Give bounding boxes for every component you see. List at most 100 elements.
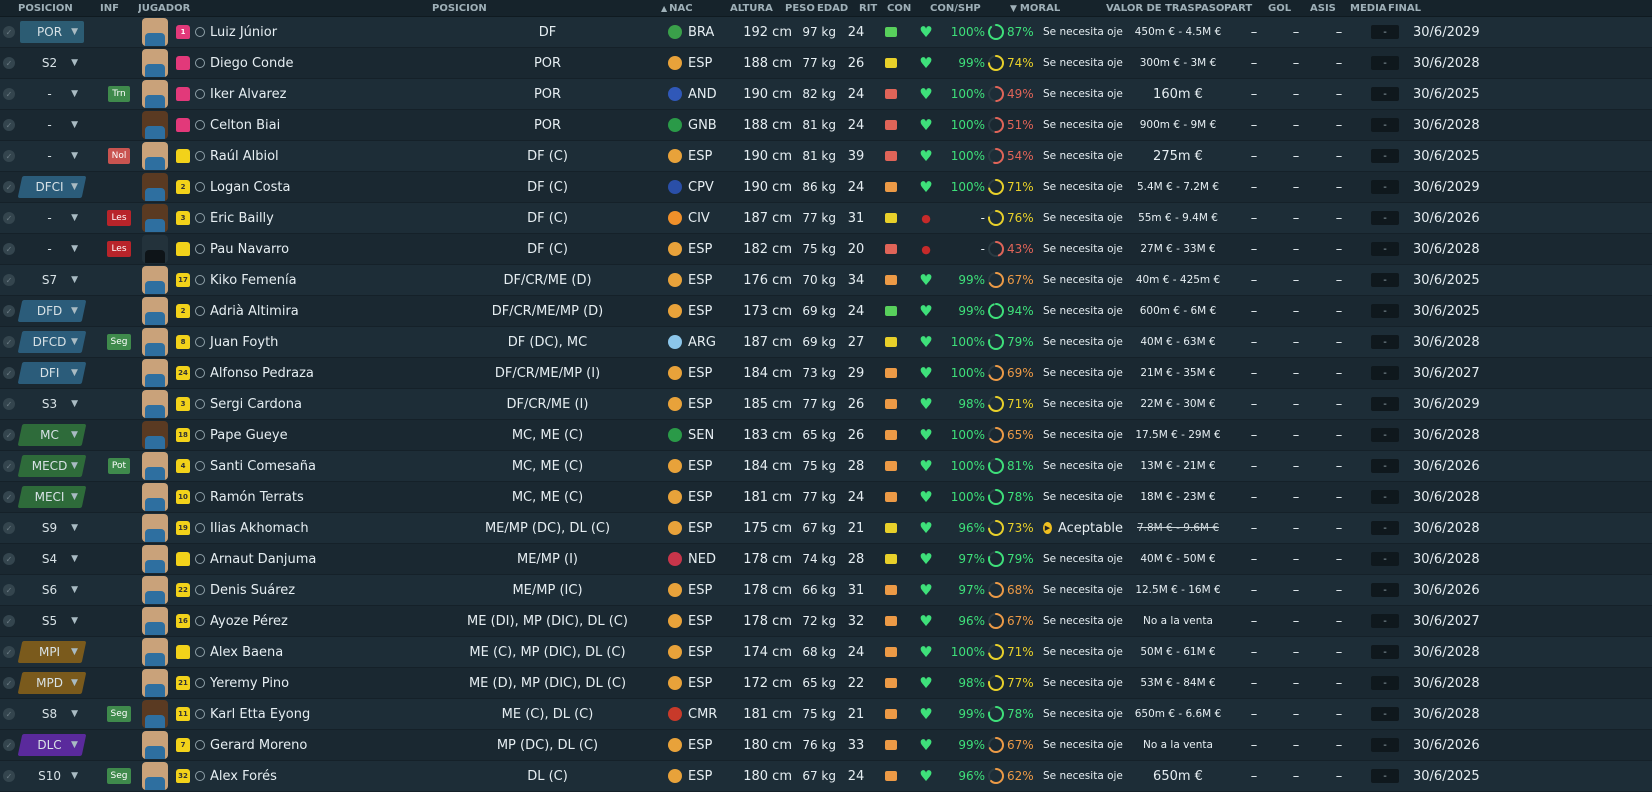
select-cell[interactable]: ✓ [0, 770, 18, 782]
table-row[interactable]: ✓ MECD ▼ Pot 4 Santi Comesaña MC, ME (C)… [0, 451, 1652, 482]
squad-position-dropdown[interactable]: S10 ▼ [20, 765, 84, 787]
table-row[interactable]: ✓ - ▼ Trn Iker Álvarez POR AND 190 cm 82… [0, 79, 1652, 110]
squad-position-dropdown[interactable]: DLC ▼ [18, 734, 87, 756]
select-cell[interactable]: ✓ [0, 150, 18, 162]
info-tag[interactable]: Pot [107, 458, 131, 474]
player-face-icon[interactable] [142, 266, 168, 294]
squad-position-dropdown[interactable]: S2 ▼ [20, 52, 84, 74]
player-name[interactable]: Ilias Akhomach [206, 521, 430, 536]
table-row[interactable]: ✓ POR ▼ 1 Luiz Júnior DF BRA 192 cm 97 k… [0, 17, 1652, 48]
nation-code[interactable]: ESP [685, 490, 737, 505]
nation-code[interactable]: ESP [685, 366, 737, 381]
nation-code[interactable]: AND [685, 87, 737, 102]
check-icon[interactable]: ✓ [3, 88, 15, 100]
info-tag[interactable]: Seg [106, 334, 132, 350]
check-icon[interactable]: ✓ [3, 305, 15, 317]
select-cell[interactable]: ✓ [0, 398, 18, 410]
check-icon[interactable]: ✓ [3, 677, 15, 689]
player-name[interactable]: Ayoze Pérez [206, 614, 430, 629]
player-face-icon[interactable] [142, 235, 168, 263]
nation-code[interactable]: NED [685, 552, 737, 567]
player-face-icon[interactable] [142, 328, 168, 356]
header-nat[interactable]: ▲ NAC [661, 3, 730, 14]
check-icon[interactable]: ✓ [3, 491, 15, 503]
squad-position-dropdown[interactable]: POR ▼ [20, 21, 84, 43]
squad-position-dropdown[interactable]: - ▼ [20, 83, 84, 105]
nation-code[interactable]: ESP [685, 583, 737, 598]
table-row[interactable]: ✓ S2 ▼ Diego Conde POR ESP 188 cm 77 kg … [0, 48, 1652, 79]
nation-code[interactable]: ESP [685, 397, 737, 412]
select-cell[interactable]: ✓ [0, 57, 18, 69]
squad-position-dropdown[interactable]: - ▼ [20, 207, 84, 229]
info-tag[interactable]: Les [107, 241, 131, 257]
player-name[interactable]: Adrià Altimira [206, 304, 430, 319]
player-face-icon[interactable] [142, 452, 168, 480]
header-position[interactable]: POSICIÓN [426, 3, 661, 14]
squad-position-cell[interactable]: S9 ▼ [18, 517, 100, 539]
header-gol[interactable]: GOL [1268, 3, 1310, 14]
check-icon[interactable]: ✓ [3, 522, 15, 534]
check-icon[interactable]: ✓ [3, 429, 15, 441]
player-name[interactable]: Juan Foyth [206, 335, 430, 350]
select-cell[interactable]: ✓ [0, 181, 18, 193]
squad-position-cell[interactable]: S5 ▼ [18, 610, 100, 632]
nation-code[interactable]: ESP [685, 738, 737, 753]
squad-position-dropdown[interactable]: S8 ▼ [20, 703, 84, 725]
player-name[interactable]: Arnaut Danjuma [206, 552, 430, 567]
nation-code[interactable]: ESP [685, 149, 737, 164]
header-asis[interactable]: ASIS [1310, 3, 1350, 14]
table-row[interactable]: ✓ DFD ▼ 2 Adrià Altimira DF/CR/ME/MP (D)… [0, 296, 1652, 327]
player-face-icon[interactable] [142, 638, 168, 666]
table-row[interactable]: ✓ DFCD ▼ Seg 8 Juan Foyth DF (DC), MC AR… [0, 327, 1652, 358]
squad-position-cell[interactable]: - ▼ [18, 83, 100, 105]
player-face-icon[interactable] [142, 669, 168, 697]
squad-position-dropdown[interactable]: S7 ▼ [20, 269, 84, 291]
player-face-icon[interactable] [142, 80, 168, 108]
player-face-icon[interactable] [142, 483, 168, 511]
squad-position-cell[interactable]: S4 ▼ [18, 548, 100, 570]
nation-code[interactable]: ESP [685, 56, 737, 71]
header-player[interactable]: JUGADOR [138, 3, 426, 14]
player-name[interactable]: Sergi Cardona [206, 397, 430, 412]
check-icon[interactable]: ✓ [3, 26, 15, 38]
check-icon[interactable]: ✓ [3, 770, 15, 782]
squad-position-dropdown[interactable]: MECD ▼ [18, 455, 87, 477]
select-cell[interactable]: ✓ [0, 243, 18, 255]
info-tag[interactable]: Nol [107, 148, 131, 164]
squad-position-dropdown[interactable]: - ▼ [20, 114, 84, 136]
header-weight[interactable]: PESO [785, 3, 817, 14]
squad-position-dropdown[interactable]: DFCD ▼ [18, 331, 87, 353]
select-cell[interactable]: ✓ [0, 677, 18, 689]
player-name[interactable]: Éric Bailly [206, 211, 430, 226]
player-name[interactable]: Ramón Terrats [206, 490, 430, 505]
nation-code[interactable]: ESP [685, 521, 737, 536]
nation-code[interactable]: ESP [685, 242, 737, 257]
nation-code[interactable]: ESP [685, 676, 737, 691]
squad-position-cell[interactable]: - ▼ [18, 145, 100, 167]
squad-position-cell[interactable]: DFI ▼ [18, 362, 100, 384]
check-icon[interactable]: ✓ [3, 119, 15, 131]
header-rit[interactable]: RIT [859, 3, 887, 14]
table-row[interactable]: ✓ DLC ▼ 7 Gerard Moreno MP (DC), DL (C) … [0, 730, 1652, 761]
nation-code[interactable]: ARG [685, 335, 737, 350]
player-face-icon[interactable] [142, 731, 168, 759]
squad-position-dropdown[interactable]: DFCI ▼ [18, 176, 87, 198]
table-row[interactable]: ✓ - ▼ Nol Raúl Albiol DF (C) ESP 190 cm … [0, 141, 1652, 172]
player-name[interactable]: Iker Álvarez [206, 87, 430, 102]
player-face-icon[interactable] [142, 111, 168, 139]
player-face-icon[interactable] [142, 762, 168, 790]
header-part[interactable]: PART [1224, 3, 1268, 14]
squad-position-dropdown[interactable]: MC ▼ [18, 424, 87, 446]
squad-position-dropdown[interactable]: S5 ▼ [20, 610, 84, 632]
player-face-icon[interactable] [142, 390, 168, 418]
player-face-icon[interactable] [142, 576, 168, 604]
check-icon[interactable]: ✓ [3, 212, 15, 224]
table-row[interactable]: ✓ MECI ▼ 10 Ramón Terrats MC, ME (C) ESP… [0, 482, 1652, 513]
squad-position-cell[interactable]: S10 ▼ [18, 765, 100, 787]
select-cell[interactable]: ✓ [0, 460, 18, 472]
select-cell[interactable]: ✓ [0, 212, 18, 224]
nation-code[interactable]: CPV [685, 180, 737, 195]
nation-code[interactable]: ESP [685, 304, 737, 319]
player-name[interactable]: Raúl Albiol [206, 149, 430, 164]
nation-code[interactable]: CMR [685, 707, 737, 722]
